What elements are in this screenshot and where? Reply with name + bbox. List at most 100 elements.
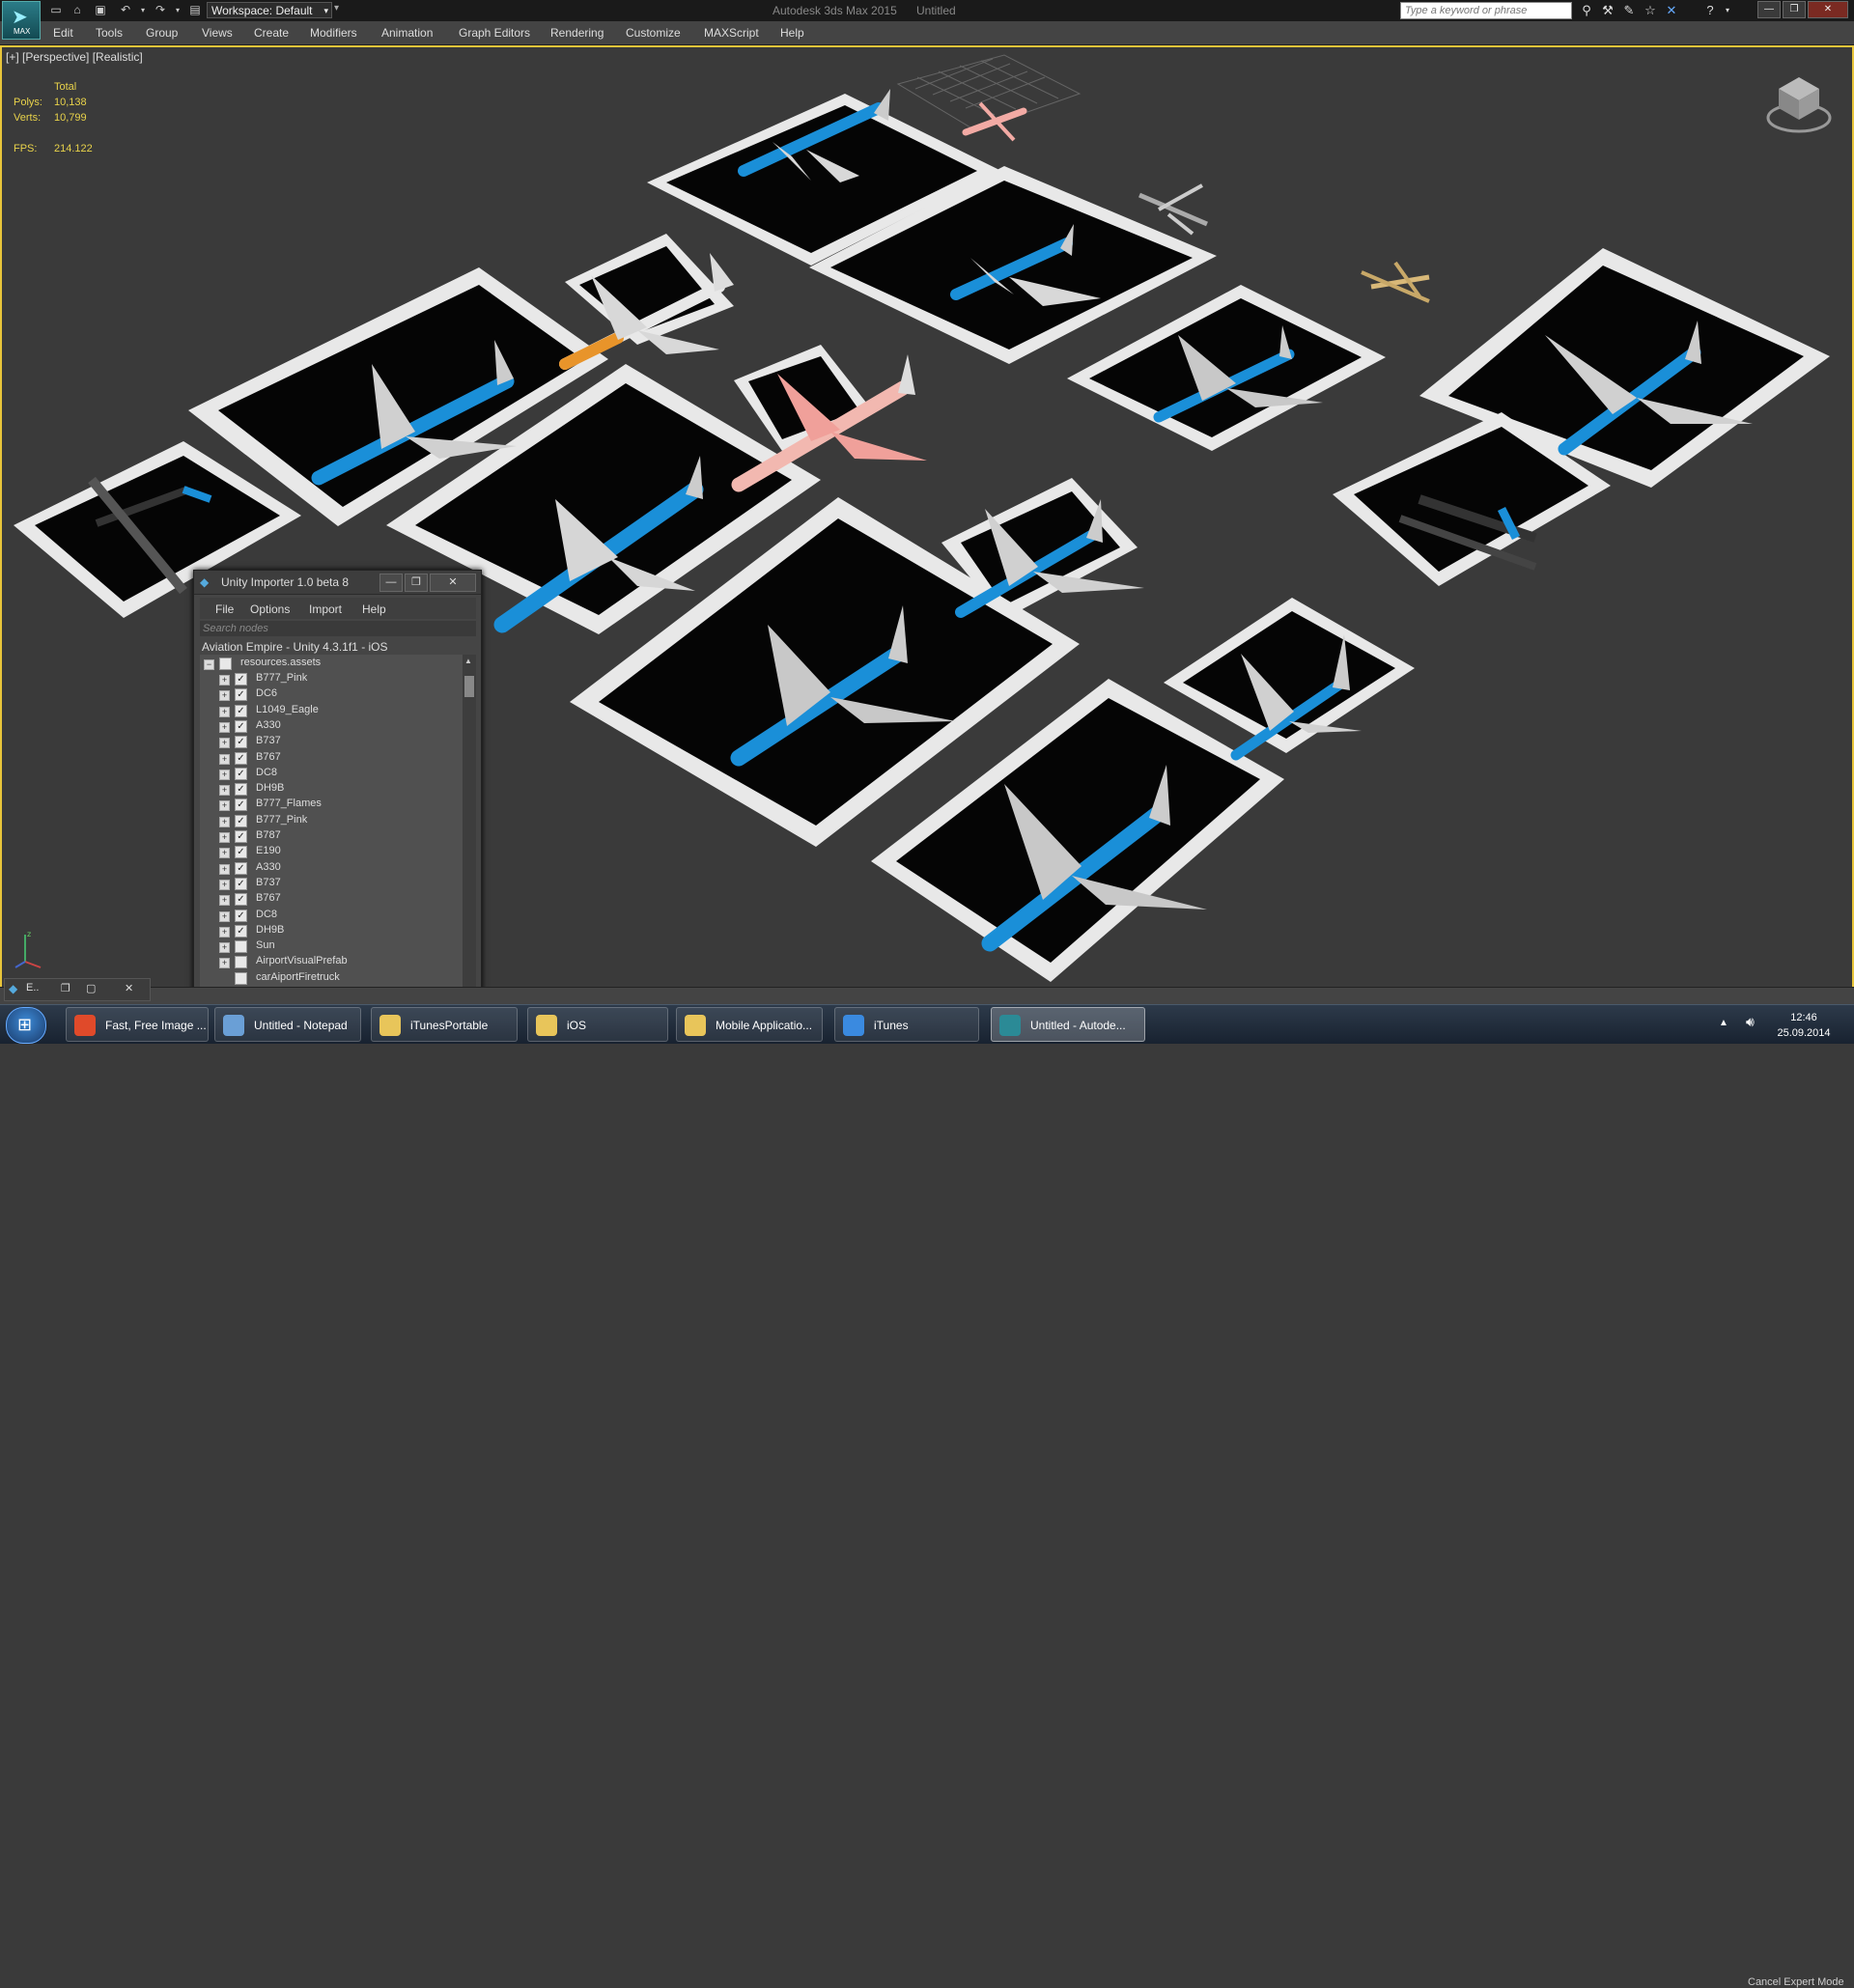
undo-dropdown-icon[interactable]: ▾	[135, 3, 151, 17]
taskbar-item[interactable]: iOS	[527, 1007, 668, 1042]
save-icon[interactable]: ▣	[93, 3, 108, 17]
node-checkbox[interactable]: ✓	[235, 751, 247, 765]
node-checkbox[interactable]: ✓	[235, 767, 247, 780]
node-checkbox[interactable]: ✓	[235, 814, 247, 827]
node-checkbox[interactable]: ✓	[235, 688, 247, 702]
importer-minimize-button[interactable]: —	[379, 574, 403, 592]
quick-access-menu-icon[interactable]: ▾	[334, 3, 346, 17]
taskbar-item[interactable]: iTunes	[834, 1007, 979, 1042]
communication-icon[interactable]: ✎	[1620, 3, 1638, 18]
importer-menu-help[interactable]: Help	[362, 602, 386, 616]
importer-menu-import[interactable]: Import	[309, 602, 342, 616]
menu-customize[interactable]: Customize	[626, 26, 681, 40]
node-checkbox[interactable]	[235, 940, 247, 954]
expand-icon[interactable]: +	[219, 926, 230, 938]
expand-icon[interactable]: +	[219, 816, 230, 827]
expand-icon[interactable]: +	[219, 958, 230, 969]
node-checkbox[interactable]: ✓	[235, 704, 247, 717]
close-icon[interactable]: ✕	[125, 982, 133, 994]
scroll-up-icon[interactable]: ▲	[464, 657, 472, 665]
search-nodes-input[interactable]: Search nodes	[200, 621, 476, 636]
collapse-icon[interactable]: −	[204, 659, 214, 670]
volume-icon[interactable]: 🔊︎	[1746, 1014, 1755, 1030]
taskbar-item[interactable]: Untitled - Autode...	[991, 1007, 1145, 1042]
menu-rendering[interactable]: Rendering	[550, 26, 604, 40]
viewport-label[interactable]: [+] [Perspective] [Realistic]	[6, 50, 143, 64]
expand-icon[interactable]: +	[219, 942, 230, 954]
project-folder-icon[interactable]: ▤	[187, 3, 203, 17]
undo-icon[interactable]: ↶	[118, 3, 133, 17]
node-checkbox[interactable]	[235, 971, 247, 985]
expand-icon[interactable]: +	[219, 848, 230, 859]
node-checkbox[interactable]: ✓	[235, 877, 247, 890]
clock[interactable]: 12:46 25.09.2014	[1775, 1010, 1833, 1041]
importer-menu-file[interactable]: File	[215, 602, 234, 616]
redo-dropdown-icon[interactable]: ▾	[170, 3, 185, 17]
node-checkbox[interactable]: ✓	[235, 783, 247, 797]
menu-create[interactable]: Create	[254, 26, 289, 40]
node-tree[interactable]: − resources.assets + ✓ B777_Pink + ✓ DC6 + ✓ L10…	[200, 655, 476, 1015]
importer-title-bar[interactable]: ◆ Unity Importer 1.0 beta 8 — ❐ ✕	[194, 571, 481, 595]
expand-icon[interactable]: +	[219, 879, 230, 890]
expand-icon[interactable]: +	[219, 706, 230, 717]
start-button[interactable]: ⊞	[6, 1007, 46, 1044]
expand-icon[interactable]: +	[219, 832, 230, 843]
menu-maxscript[interactable]: MAXScript	[704, 26, 759, 40]
taskbar-item[interactable]: iTunesPortable	[371, 1007, 518, 1042]
taskbar-item[interactable]: Mobile Applicatio...	[676, 1007, 823, 1042]
node-checkbox[interactable]: ✓	[235, 830, 247, 843]
search-input[interactable]: Type a keyword or phrase	[1400, 2, 1572, 19]
redo-icon[interactable]: ↷	[153, 3, 168, 17]
expand-icon[interactable]: +	[219, 690, 230, 702]
menu-graph-editors[interactable]: Graph Editors	[459, 26, 530, 40]
expand-icon[interactable]: +	[219, 895, 230, 907]
importer-close-button[interactable]: ✕	[430, 574, 476, 592]
help-dropdown-icon[interactable]: ▾	[1719, 3, 1736, 18]
node-checkbox[interactable]: ✓	[235, 861, 247, 875]
expand-icon[interactable]: +	[219, 721, 230, 733]
subscription-icon[interactable]: ⚒	[1599, 3, 1616, 18]
importer-maximize-button[interactable]: ❐	[405, 574, 428, 592]
node-checkbox[interactable]: ✓	[235, 924, 247, 938]
unity-importer-window[interactable]: ◆ Unity Importer 1.0 beta 8 — ❐ ✕ File O…	[193, 570, 482, 1016]
tree-scrollbar[interactable]: ▲	[463, 655, 476, 1015]
favorites-star-icon[interactable]: ☆	[1642, 3, 1659, 18]
maximize-icon[interactable]: ▢	[86, 982, 96, 994]
minimized-window[interactable]: ◆ E.. ❐ ▢ ✕	[4, 978, 151, 1001]
cancel-expert-mode-button[interactable]: Cancel Expert Mode	[1748, 1976, 1844, 1988]
taskbar-item[interactable]: Fast, Free Image ...	[66, 1007, 209, 1042]
taskbar-item[interactable]: Untitled - Notepad	[214, 1007, 361, 1042]
scrollbar-thumb[interactable]	[464, 676, 474, 697]
node-checkbox[interactable]: ✓	[235, 736, 247, 749]
node-checkbox[interactable]: ✓	[235, 846, 247, 859]
node-checkbox[interactable]	[235, 956, 247, 969]
menu-edit[interactable]: Edit	[53, 26, 73, 40]
menu-modifiers[interactable]: Modifiers	[310, 26, 357, 40]
expand-icon[interactable]: +	[219, 738, 230, 749]
expand-icon[interactable]: +	[219, 675, 230, 686]
expand-icon[interactable]: +	[219, 800, 230, 812]
viewcube-icon[interactable]	[1765, 75, 1833, 137]
node-checkbox[interactable]: ✓	[235, 893, 247, 907]
menu-group[interactable]: Group	[146, 26, 178, 40]
maximize-button[interactable]: ❐	[1783, 1, 1806, 18]
open-file-icon[interactable]: ⌂	[70, 3, 85, 17]
binoculars-icon[interactable]: ⚲	[1578, 3, 1595, 18]
new-file-icon[interactable]: ▭	[48, 3, 64, 17]
exchange-icon[interactable]: ✕	[1663, 3, 1680, 18]
tray-expand-icon[interactable]: ▲	[1719, 1018, 1728, 1028]
expand-icon[interactable]: +	[219, 769, 230, 780]
node-checkbox[interactable]: ✓	[235, 673, 247, 686]
importer-menu-options[interactable]: Options	[250, 602, 290, 616]
node-checkbox[interactable]: ✓	[235, 909, 247, 922]
workspace-dropdown[interactable]: Workspace: Default ▾	[207, 2, 332, 18]
node-checkbox[interactable]: ✓	[235, 798, 247, 812]
root-checkbox[interactable]	[219, 658, 232, 670]
menu-tools[interactable]: Tools	[96, 26, 123, 40]
menu-animation[interactable]: Animation	[381, 26, 433, 40]
menu-help[interactable]: Help	[780, 26, 804, 40]
expand-icon[interactable]: +	[219, 753, 230, 765]
expand-icon[interactable]: +	[219, 863, 230, 875]
application-menu-button[interactable]: ➤ MAX	[2, 1, 41, 40]
help-icon[interactable]: ?	[1701, 3, 1719, 18]
